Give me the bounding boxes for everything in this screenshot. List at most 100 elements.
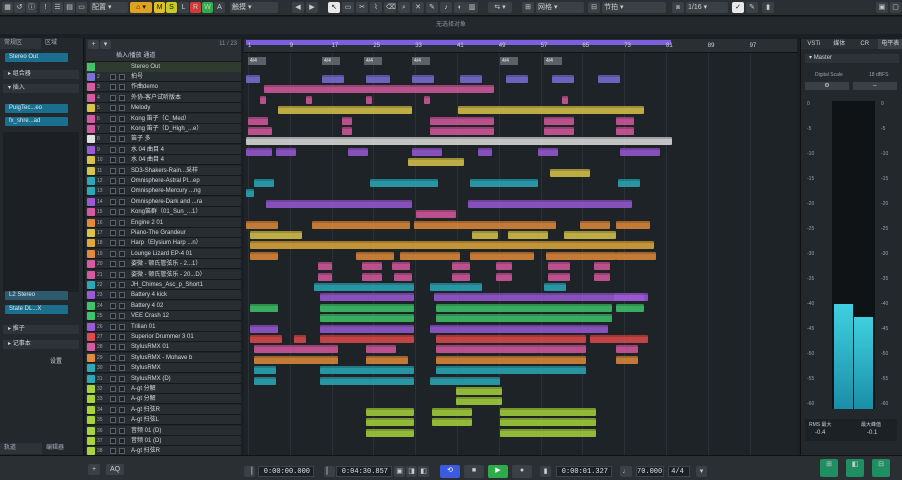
event-clip[interactable] [246,220,278,229]
check-icon[interactable]: ✓ [732,2,744,13]
track-row[interactable]: 38 A-gt 扫弦R [86,446,241,455]
event-clip[interactable] [580,220,610,229]
add-icon[interactable]: + [88,464,100,475]
snap-icon[interactable]: ⊞ [522,2,534,13]
event-clip[interactable] [430,116,494,125]
quantize-icon[interactable]: ⧈ [672,2,684,13]
event-clip[interactable] [424,95,430,104]
event-clip[interactable] [294,335,306,343]
solo-toggle[interactable] [119,344,125,351]
event-clip[interactable] [452,262,470,271]
solo-toggle[interactable] [119,354,125,361]
tab-editor[interactable]: 编辑器 [42,443,84,454]
forward-icon[interactable]: ▶ [306,2,318,13]
event-clip[interactable] [342,127,352,135]
event-clip[interactable] [434,293,644,302]
solo-toggle[interactable] [119,292,125,299]
grid-size-select[interactable]: 节拍 ▾ [602,2,666,13]
zoom-tool-icon[interactable]: ⌕ [398,2,410,13]
zone-toggle-icon-1[interactable]: ⊞ [820,459,838,477]
event-clip[interactable] [400,251,460,260]
track-row[interactable]: 21 姿微 - 顿氏管弦乐 - 20...D） [86,269,241,280]
event-clip[interactable] [366,355,408,364]
mute-toggle[interactable] [110,354,116,361]
mute-toggle[interactable] [110,219,116,226]
mute-toggle[interactable] [110,448,116,455]
event-clip[interactable] [506,75,528,83]
play-tool-icon[interactable]: ♪ [440,2,452,13]
event-clip[interactable] [246,189,254,198]
event-clip[interactable] [500,428,596,437]
tab-inspector[interactable]: 常规区 [0,38,41,49]
event-clip[interactable] [538,147,558,156]
solo-toggle[interactable] [119,209,125,216]
solo-toggle[interactable] [119,84,125,91]
event-clip[interactable] [564,231,616,239]
tempo-field[interactable]: 70.000 [636,466,664,477]
track-row[interactable]: 4 外协-客户试听版本 [86,92,241,103]
event-clip[interactable] [616,355,638,364]
event-clip[interactable] [320,303,414,312]
mute-toggle[interactable] [110,188,116,195]
add-track-icon[interactable]: + [88,40,99,49]
event-clip[interactable] [452,272,470,281]
track-row[interactable]: 36 音频 01 (D) [86,425,241,436]
event-clip[interactable] [500,418,596,427]
event-clip[interactable] [320,324,414,333]
solo-toggle[interactable] [119,448,125,455]
signature-field[interactable]: 4/4 [668,466,690,477]
track-row[interactable]: 18 Harp（Elysium Harp ...n） [86,238,241,249]
solo-toggle[interactable] [119,302,125,309]
track-row[interactable]: 6 Kong 笛子（C_Med） [86,113,241,124]
event-clip[interactable] [432,407,472,416]
mute-tool-icon[interactable]: ✕ [412,2,424,13]
event-clip[interactable] [436,314,612,323]
track-row[interactable]: 8 笛子 多 [86,134,241,145]
mute-toggle[interactable] [110,240,116,247]
event-clip[interactable] [496,272,512,281]
signature-marker[interactable]: 4/4 [322,57,340,65]
track-row[interactable]: 31 StylusRMX (D) [86,373,241,384]
event-clip[interactable] [276,147,296,156]
event-clip[interactable] [616,116,634,125]
solo-toggle[interactable] [119,375,125,382]
event-clip[interactable] [306,95,312,104]
event-clip[interactable] [254,179,274,187]
locator-right-icon[interactable]: ▏ [324,466,335,477]
event-clip[interactable] [366,75,390,83]
track-row[interactable]: 11 SD3-Shakers-Rain...采样 [86,165,241,176]
solo-toggle[interactable] [119,219,125,226]
section-notepad[interactable]: ▸ 记事本 [3,340,79,349]
track-row[interactable]: 24 Battery 4 02 [86,300,241,311]
pen-icon[interactable]: ✎ [746,2,758,13]
mute-toggle[interactable] [110,146,116,153]
mute-toggle[interactable] [110,313,116,320]
color-swatch-icon[interactable]: ▮ [762,2,774,13]
mute-toggle[interactable] [110,250,116,257]
track-row[interactable]: 20 姿微 - 顿氏管弦乐 - 2...1） [86,259,241,270]
event-clip[interactable] [254,376,276,385]
solo-toggle[interactable] [119,136,125,143]
event-clip[interactable] [430,376,500,385]
zone-toggle-icon-3[interactable]: ⊟ [872,459,890,477]
mute-toggle[interactable] [110,167,116,174]
insert-slot-2[interactable]: fx_shre...ad [5,117,68,126]
mute-toggle[interactable] [110,386,116,392]
color-tool-icon[interactable]: ◐ [454,2,466,13]
event-clip[interactable] [246,147,272,156]
zone-toggle-icon-2[interactable]: ◧ [846,459,864,477]
mute-toggle[interactable] [110,344,116,351]
mute-button[interactable]: M [154,2,165,13]
event-clip[interactable] [408,158,464,167]
track-row[interactable]: 37 音频 01 (D) [86,436,241,446]
event-clip[interactable] [366,407,414,416]
grid-icon[interactable]: ▦ [2,2,13,13]
event-clip[interactable] [412,75,434,83]
event-clip[interactable] [356,251,394,260]
solo-toggle[interactable] [119,115,125,122]
event-clip[interactable] [412,147,442,156]
tab-cr[interactable]: CR [852,39,878,49]
event-clip[interactable] [594,262,610,271]
automation-mode-select[interactable]: 触摸 ▾ [230,2,278,13]
event-clip[interactable] [598,75,620,83]
